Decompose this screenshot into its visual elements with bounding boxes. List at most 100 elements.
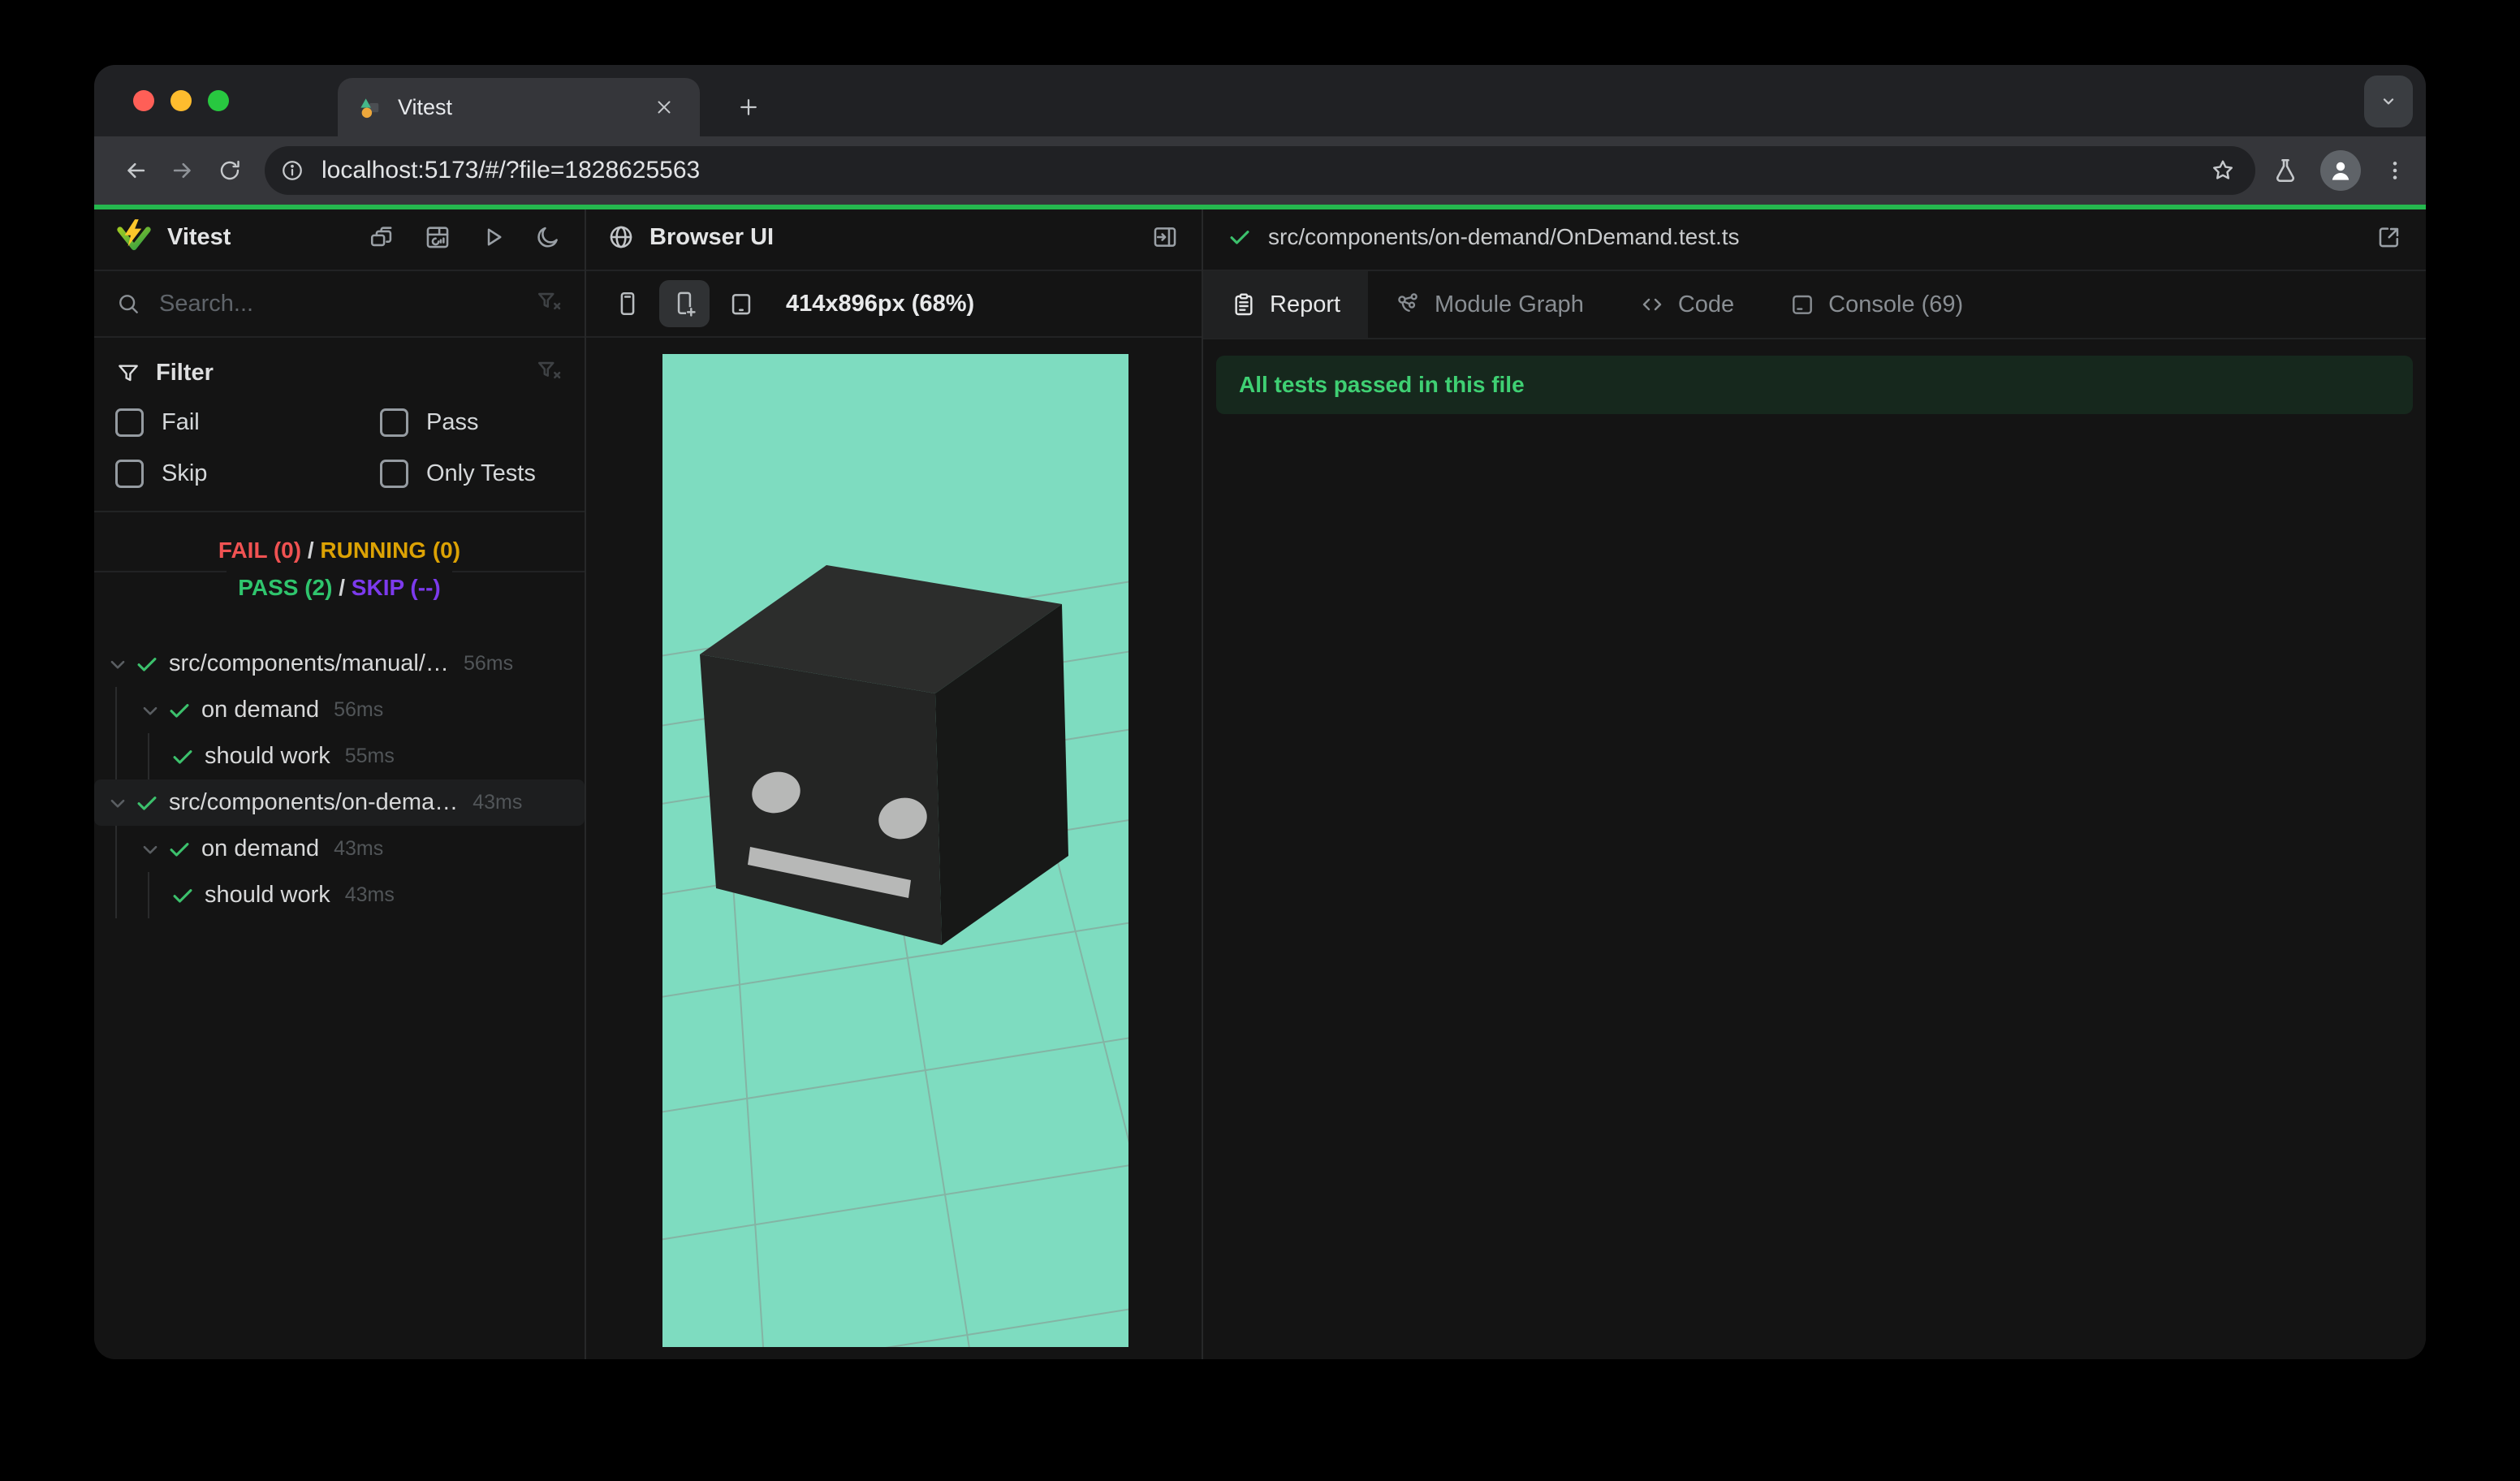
vitest-favicon — [360, 98, 379, 119]
running-count: RUNNING (0) — [320, 538, 461, 563]
test-summary: FAIL (0) / RUNNING (0) PASS (2) / SKIP (… — [94, 512, 585, 629]
check-icon — [169, 743, 196, 771]
test-file-row[interactable]: src/components/manual/… 56ms — [94, 641, 585, 687]
address-bar[interactable]: localhost:5173/#/?file=1828625563 — [265, 146, 2255, 195]
coverage-icon[interactable] — [422, 222, 453, 253]
report-panel: src/components/on-demand/OnDemand.test.t… — [1203, 205, 2426, 1359]
globe-icon — [610, 226, 632, 248]
sidebar: Vitest Search... Filter Fail Pass Skip O… — [94, 205, 586, 1359]
chevron-down-icon[interactable] — [104, 789, 132, 817]
new-tab-button[interactable] — [726, 84, 771, 130]
filter-option-only-tests[interactable]: Only Tests — [380, 460, 563, 488]
test-duration: 55ms — [344, 745, 395, 767]
tab-search-chevron-button[interactable] — [2364, 76, 2413, 127]
test-file-path: src/components/on-demand/OnDemand.test.t… — [1268, 224, 1740, 249]
tab-console[interactable]: Console (69) — [1762, 271, 1991, 338]
close-tab-icon[interactable] — [648, 91, 680, 123]
url-text: localhost:5173/#/?file=1828625563 — [321, 157, 701, 184]
bookmark-star-icon[interactable] — [2202, 149, 2244, 192]
viewport-area — [586, 338, 1202, 1359]
zoom-window-button[interactable] — [208, 90, 229, 111]
test-file-row-selected[interactable]: src/components/on-dema… 43ms — [94, 779, 585, 826]
check-icon — [133, 789, 161, 817]
check-icon — [1226, 223, 1254, 251]
chevron-down-icon[interactable] — [136, 697, 164, 724]
tab-title: Vitest — [398, 94, 453, 119]
filter-section: Filter Fail Pass Skip Only Tests — [94, 338, 585, 512]
fail-count: FAIL (0) — [218, 538, 302, 563]
test-duration: 43ms — [334, 837, 384, 860]
chevron-down-icon[interactable] — [136, 835, 164, 863]
run-all-play-icon[interactable] — [477, 222, 508, 253]
checkbox-fail[interactable] — [115, 408, 144, 437]
console-icon — [1793, 295, 1813, 314]
experiments-flask-icon[interactable] — [2272, 157, 2299, 184]
tab-module-graph[interactable]: Module Graph — [1368, 271, 1612, 338]
open-panel-right-icon[interactable] — [1150, 222, 1180, 253]
device-phone-small-button[interactable] — [602, 280, 653, 327]
check-icon — [133, 650, 161, 678]
pass-count: PASS (2) — [238, 575, 333, 600]
test-tree: src/components/manual/… 56ms on demand 5… — [94, 629, 585, 1359]
chevron-down-icon[interactable] — [104, 650, 132, 678]
test-suite-row[interactable]: on demand 43ms — [94, 826, 585, 872]
filter-option-fail[interactable]: Fail — [115, 408, 380, 437]
tested-app-viewport[interactable] — [662, 354, 1128, 1347]
dashboard-windows-icon[interactable] — [367, 222, 398, 253]
report-clipboard-icon — [1235, 293, 1253, 316]
tab-report[interactable]: Report — [1203, 271, 1369, 338]
minimize-window-button[interactable] — [170, 90, 192, 111]
browser-tab[interactable]: Vitest — [338, 78, 700, 136]
check-icon — [169, 882, 196, 909]
browser-tab-strip: Vitest — [94, 65, 2426, 136]
filter-option-skip[interactable]: Skip — [115, 460, 380, 488]
reload-icon[interactable] — [206, 147, 253, 194]
test-suite-row[interactable]: on demand 56ms — [94, 687, 585, 733]
open-in-editor-icon[interactable] — [2374, 222, 2405, 253]
checkbox-only-tests[interactable] — [380, 460, 408, 488]
cube-robot-head — [700, 565, 1068, 945]
filter-option-pass[interactable]: Pass — [380, 408, 563, 437]
all-tests-passed-banner: All tests passed in this file — [1216, 356, 2413, 414]
search-input[interactable] — [158, 289, 520, 318]
app-title: Vitest — [167, 223, 231, 250]
site-info-icon[interactable] — [273, 151, 312, 190]
search-icon — [119, 295, 138, 313]
toolbar-right-icons — [2272, 150, 2408, 191]
device-phone-plus-button[interactable] — [659, 280, 710, 327]
test-case-row[interactable]: should work 55ms — [94, 733, 585, 779]
device-toolbar: 414x896px (68%) — [586, 271, 1202, 338]
browser-menu-icon[interactable] — [2382, 158, 2408, 184]
browser-ui-panel: Browser UI 414x896px (68%) — [586, 205, 1203, 1359]
back-icon[interactable] — [112, 147, 159, 194]
filter-title: Filter — [156, 360, 214, 386]
threejs-robot-scene — [662, 508, 1128, 1347]
check-icon — [166, 835, 193, 863]
browser-toolbar: localhost:5173/#/?file=1828625563 — [94, 136, 2426, 205]
module-graph-icon — [1398, 293, 1418, 312]
checkbox-pass[interactable] — [380, 408, 408, 437]
clear-filters-icon[interactable] — [536, 357, 563, 389]
profile-avatar[interactable] — [2320, 150, 2361, 191]
report-tabs: Report Module Graph Code Console (69) — [1203, 271, 2426, 339]
checkbox-skip[interactable] — [115, 460, 144, 488]
funnel-icon — [119, 364, 138, 381]
device-tablet-button[interactable] — [716, 280, 766, 327]
close-window-button[interactable] — [133, 90, 154, 111]
clear-search-filter-icon[interactable] — [536, 288, 563, 320]
dark-mode-moon-icon[interactable] — [533, 222, 563, 253]
sidebar-header: Vitest — [94, 205, 585, 271]
code-icon — [1642, 298, 1662, 311]
tab-code[interactable]: Code — [1612, 271, 1762, 338]
viewport-size-label: 414x896px (68%) — [786, 290, 975, 317]
window-controls — [133, 90, 229, 111]
browser-window: Vitest localhost:5173/#/?file=1828625563 — [94, 65, 2426, 1359]
test-duration: 56ms — [334, 698, 384, 721]
test-duration: 56ms — [463, 652, 514, 675]
vitest-logo — [117, 219, 151, 251]
browser-ui-title: Browser UI — [649, 223, 775, 250]
forward-icon[interactable] — [159, 147, 206, 194]
search-row — [94, 271, 585, 338]
test-case-row[interactable]: should work 43ms — [94, 872, 585, 918]
test-duration: 43ms — [344, 883, 395, 906]
